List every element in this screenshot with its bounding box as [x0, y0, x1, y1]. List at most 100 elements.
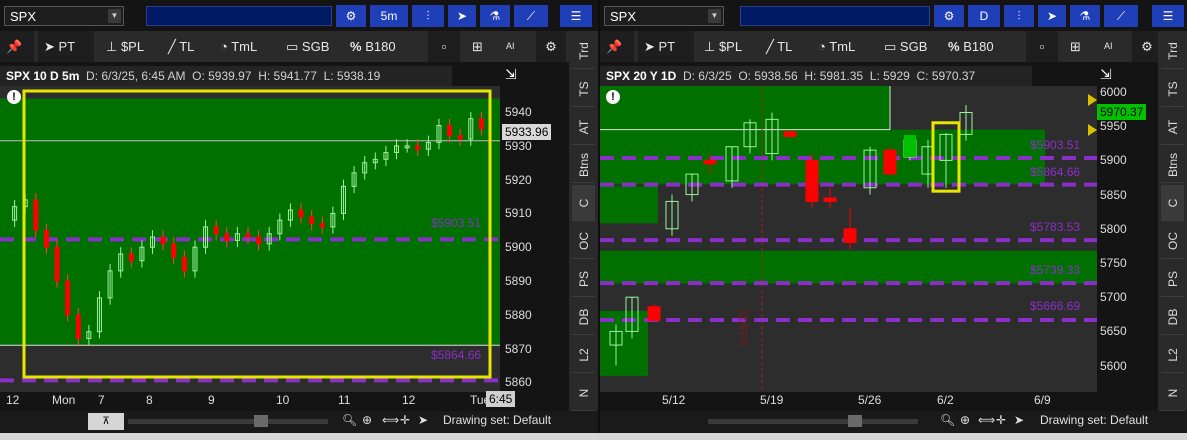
- pt-tool[interactable]: ➤ PT: [638, 31, 694, 62]
- bottom-bar: 🔍︎ ⊕ ⟺ ✛ ➤ Drawing set: Default: [600, 411, 1187, 433]
- side-tab-ts[interactable]: TS: [1161, 71, 1184, 107]
- grid-icon[interactable]: ⊞: [1064, 31, 1092, 62]
- side-tab-n[interactable]: N: [1161, 375, 1184, 411]
- scroll-home-button[interactable]: ⊼: [88, 413, 124, 430]
- cursor-icon[interactable]: ➤: [448, 5, 476, 27]
- zoom-out-icon[interactable]: 🔍︎: [940, 413, 955, 427]
- chevron-down-icon[interactable]: ▼: [708, 9, 721, 23]
- y-tick-label: 5750: [1100, 256, 1127, 270]
- expand-icon[interactable]: ⟺: [978, 413, 995, 427]
- zoom-in-icon[interactable]: ⊕: [960, 413, 970, 427]
- cursor-icon[interactable]: ➤: [1038, 5, 1066, 27]
- side-tab-l2[interactable]: L2: [572, 337, 595, 373]
- square-icon[interactable]: ▫: [1026, 31, 1058, 62]
- side-tab-oc[interactable]: OC: [1161, 223, 1184, 259]
- level-label: $5783.53: [1030, 220, 1081, 234]
- cursor-icon[interactable]: ➤: [1014, 413, 1024, 427]
- symbol-input[interactable]: SPX ▼: [604, 6, 724, 26]
- gear-icon[interactable]: ⚙: [336, 5, 366, 27]
- y-tick-label: 5850: [1100, 187, 1127, 202]
- pin-icon[interactable]: 📌: [600, 31, 634, 62]
- top-toolbar: SPX ▼ ⚙ D ⫶ ➤ ⚗ ⟋ ☰: [600, 4, 1187, 28]
- candle-body: [447, 125, 453, 137]
- alert-icon[interactable]: !: [7, 90, 21, 104]
- side-tab-c[interactable]: C: [572, 185, 595, 221]
- candle-body: [478, 118, 484, 130]
- side-tab-db[interactable]: DB: [572, 299, 595, 335]
- chevron-down-icon[interactable]: ▼: [108, 9, 121, 23]
- level-label: $5864.66: [1030, 165, 1081, 179]
- flask-icon[interactable]: ⚗: [1070, 5, 1100, 27]
- axis-scale-icon[interactable]: ⇲: [1100, 66, 1112, 83]
- pl-tool[interactable]: ⊥ $PL: [698, 31, 748, 62]
- left-price-chart[interactable]: ! $5903.51 $5864.66: [0, 86, 500, 392]
- alert-icon[interactable]: !: [606, 90, 620, 104]
- level-label: $5903.51: [431, 216, 482, 230]
- pt-tool[interactable]: ➤ PT: [38, 31, 94, 62]
- tml-tool[interactable]: ◔ TmL: [812, 31, 861, 62]
- scrollbar[interactable]: [708, 419, 918, 424]
- b180-tool[interactable]: % B180: [942, 31, 1000, 62]
- gear-icon[interactable]: ⚙: [536, 31, 566, 62]
- right-price-chart[interactable]: ! $5903.51 $5864.66 $5783.53 $5739.33 $5…: [600, 86, 1097, 392]
- side-tab-at[interactable]: AT: [1161, 109, 1184, 145]
- tml-tool[interactable]: ◔ TmL: [214, 31, 263, 62]
- side-tab-btns[interactable]: Btns: [1161, 147, 1184, 183]
- tl-tool[interactable]: ╱ TL: [760, 31, 798, 62]
- tl-tool[interactable]: ╱ TL: [162, 31, 200, 62]
- drawing-set-label[interactable]: Drawing set: Default: [1040, 413, 1148, 427]
- side-tab-oc[interactable]: OC: [572, 223, 595, 259]
- side-tab-l2[interactable]: L2: [1161, 337, 1184, 373]
- menu-icon[interactable]: ☰: [560, 5, 592, 27]
- timeframe-button[interactable]: D: [968, 5, 1000, 27]
- side-tab-c[interactable]: C: [1161, 185, 1184, 221]
- ai-icon[interactable]: AI: [500, 31, 530, 62]
- side-tab-ps[interactable]: PS: [572, 261, 595, 297]
- blue-input-box[interactable]: [146, 6, 332, 26]
- sgb-tool[interactable]: ▭ SGB: [878, 31, 933, 62]
- pl-tool[interactable]: ⊥ $PL: [100, 31, 150, 62]
- crosshair-icon[interactable]: ✛: [400, 413, 410, 427]
- square-icon[interactable]: ▫: [428, 31, 460, 62]
- gear-icon[interactable]: ⚙: [934, 5, 964, 27]
- sgb-tool[interactable]: ▭ SGB: [280, 31, 335, 62]
- menu-icon[interactable]: ☰: [1152, 5, 1184, 27]
- side-tab-trd[interactable]: Trd: [572, 33, 595, 69]
- ai-icon[interactable]: AI: [1098, 31, 1128, 62]
- b180-tool[interactable]: % B180: [344, 31, 402, 62]
- side-tab-n[interactable]: N: [572, 375, 595, 411]
- candle-body: [805, 159, 819, 202]
- side-tabs: Trd TS AT Btns C OC PS DB L2 N: [569, 31, 598, 411]
- y-tick-label: 5950: [1100, 119, 1127, 134]
- pin-icon[interactable]: 📌: [0, 31, 34, 62]
- scrollbar-thumb[interactable]: [254, 415, 268, 427]
- y-tick-label: 5650: [1100, 324, 1127, 339]
- flask-icon[interactable]: ⚗: [480, 5, 510, 27]
- right-chart-panel: SPX ▼ ⚙ D ⫶ ➤ ⚗ ⟋ ☰ 📌 ➤ PT ⊥ $PL ╱ TL ◔ T…: [600, 0, 1187, 440]
- scrollbar-thumb[interactable]: [848, 415, 862, 427]
- drawing-icon[interactable]: ⟋: [1104, 5, 1138, 27]
- blue-input-box[interactable]: [740, 6, 930, 26]
- symbol-input[interactable]: SPX ▼: [4, 6, 124, 26]
- side-tab-at[interactable]: AT: [572, 109, 595, 145]
- indicator-icon[interactable]: ⫶: [412, 5, 444, 27]
- zoom-out-icon[interactable]: 🔍︎: [342, 413, 357, 427]
- scrollbar[interactable]: [128, 419, 328, 424]
- indicator-icon[interactable]: ⫶: [1004, 5, 1034, 27]
- side-tab-db[interactable]: DB: [1161, 299, 1184, 335]
- price-label: 5933.96: [502, 124, 552, 140]
- timeframe-button[interactable]: 5m: [370, 5, 408, 27]
- cursor-icon[interactable]: ➤: [418, 413, 428, 427]
- drawing-icon[interactable]: ⟋: [514, 5, 548, 27]
- drawing-set-label[interactable]: Drawing set: Default: [443, 413, 551, 427]
- side-tab-trd[interactable]: Trd: [1161, 33, 1184, 69]
- grid-icon[interactable]: ⊞: [466, 31, 494, 62]
- side-tab-btns[interactable]: Btns: [572, 147, 595, 183]
- crosshair-icon[interactable]: ✛: [996, 413, 1006, 427]
- expand-icon[interactable]: ⟺: [382, 413, 399, 427]
- y-tick-label: 5940: [505, 105, 532, 119]
- side-tab-ts[interactable]: TS: [572, 71, 595, 107]
- zoom-in-icon[interactable]: ⊕: [362, 413, 372, 427]
- side-tab-ps[interactable]: PS: [1161, 261, 1184, 297]
- axis-scale-icon[interactable]: ⇲: [505, 66, 517, 83]
